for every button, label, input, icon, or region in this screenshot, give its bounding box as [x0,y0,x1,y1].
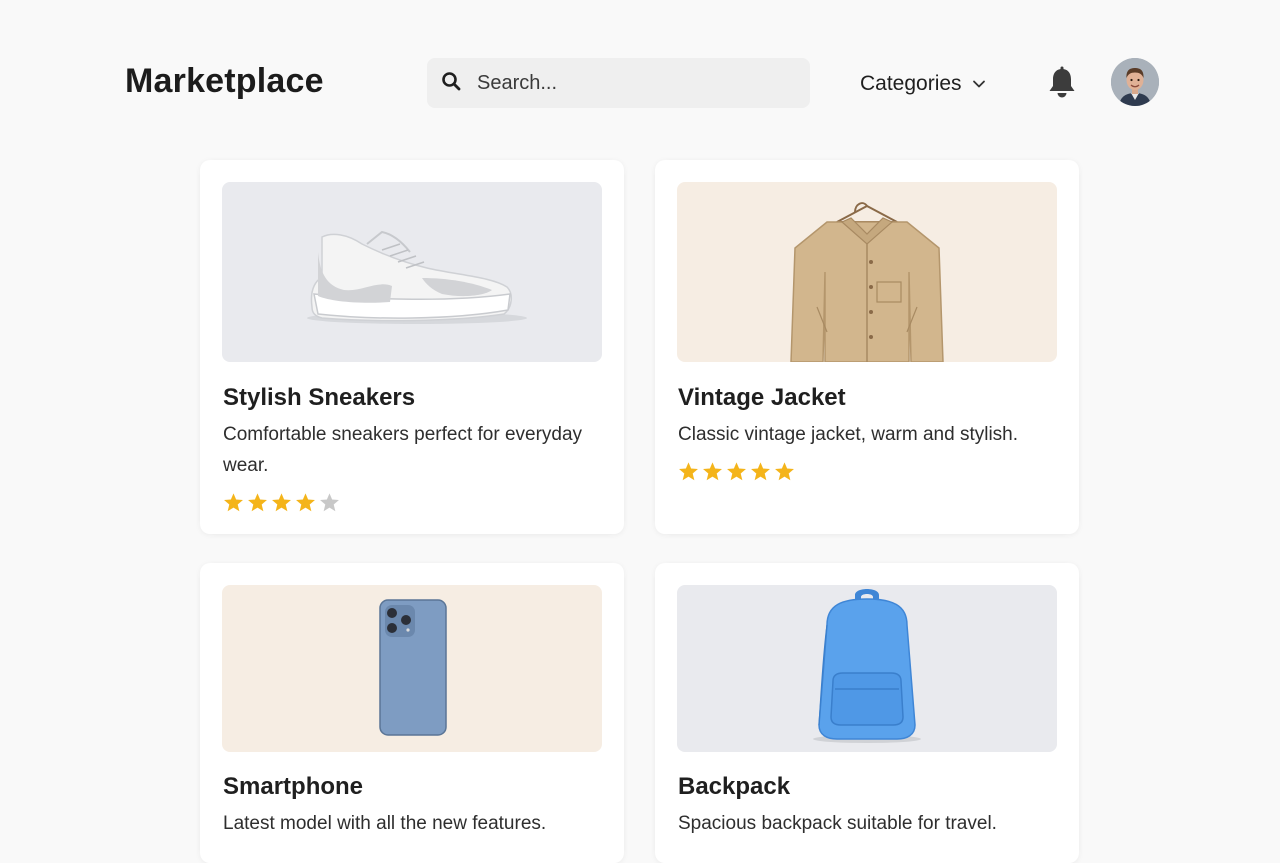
product-description: Comfortable sneakers perfect for everyda… [223,424,583,476]
search-icon [441,71,461,96]
star-filled-icon [248,493,267,512]
brand-logo[interactable]: Marketplace [125,62,324,101]
product-description: Classic vintage jacket, warm and stylish… [678,424,1019,445]
product-description: Latest model with all the new features. [223,813,547,834]
product-card[interactable]: Smartphone Latest model with all the new… [200,563,624,863]
star-filled-icon [727,462,746,481]
avatar[interactable] [1111,58,1159,106]
star-filled-icon [775,462,794,481]
product-card[interactable]: Backpack Spacious backpack suitable for … [655,563,1079,863]
star-rating [678,461,795,482]
star-filled-icon [751,462,770,481]
product-card[interactable]: Stylish Sneakers Comfortable sneakers pe… [200,160,624,534]
product-image [222,182,602,362]
product-title: Vintage Jacket [678,384,846,411]
search-input[interactable] [475,70,799,96]
categories-dropdown[interactable]: Categories [860,70,986,98]
star-filled-icon [224,493,243,512]
star-filled-icon [703,462,722,481]
product-title: Smartphone [223,773,364,800]
product-description: Spacious backpack suitable for travel. [678,813,997,834]
product-image [222,585,602,752]
chevron-down-icon [972,80,985,88]
search-bar[interactable] [427,58,810,108]
product-image [677,585,1057,752]
star-filled-icon [679,462,698,481]
product-title: Stylish Sneakers [223,384,416,411]
product-title: Backpack [678,773,791,800]
star-filled-icon [296,493,315,512]
bell-icon[interactable] [1046,66,1078,100]
star-empty-icon [320,493,339,512]
product-image [677,182,1057,362]
categories-label: Categories [860,72,962,95]
star-rating [223,492,340,513]
product-card[interactable]: Vintage Jacket Classic vintage jacket, w… [655,160,1079,534]
star-filled-icon [272,493,291,512]
